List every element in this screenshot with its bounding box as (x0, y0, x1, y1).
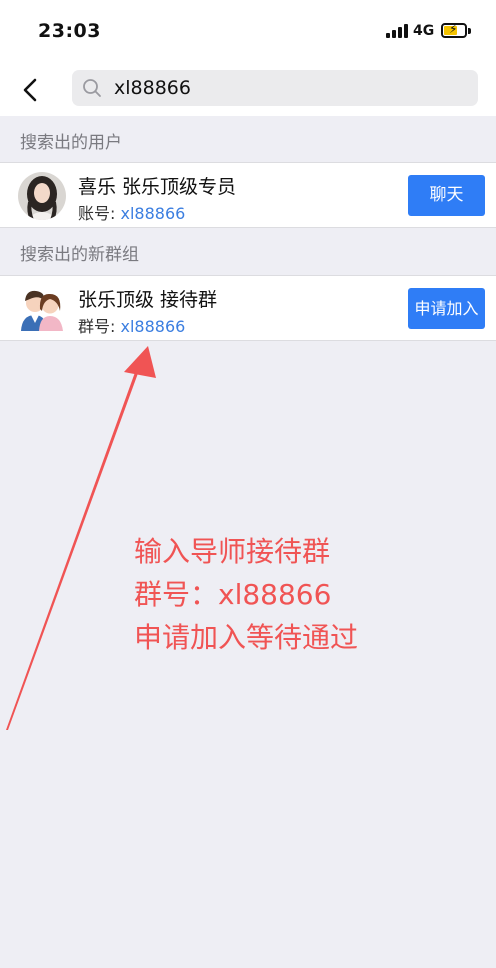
user-account: 账号: xl88866 (78, 200, 185, 224)
search-input[interactable]: xl88866 (114, 77, 191, 99)
nav-bar: xl88866 (0, 64, 496, 116)
account-value: xl88866 (120, 204, 186, 223)
annotation-line-1: 输入导师接待群 (134, 535, 331, 568)
group-name: 张乐顶级 接待群 (78, 289, 218, 311)
group-number-label: 群号: (78, 317, 116, 336)
annotation-line-2: 群号：xl88866 (134, 578, 332, 611)
apply-join-button[interactable]: 申请加入 (408, 288, 485, 329)
group-avatar (18, 285, 66, 333)
section-title-users: 搜索出的用户 (20, 133, 122, 153)
annotation-line-3: 申请加入等待通过 (134, 621, 359, 654)
section-header-users: 搜索出的用户 (0, 116, 496, 162)
avatar (18, 172, 66, 220)
user-name: 喜乐 张乐顶级专员 (78, 176, 237, 198)
search-icon (83, 79, 101, 97)
user-result-row[interactable]: 喜乐 张乐顶级专员 账号: xl88866 聊天 (0, 162, 496, 228)
status-time: 23:03 (38, 20, 101, 42)
account-label: 账号: (78, 204, 116, 223)
section-title-groups: 搜索出的新群组 (20, 245, 139, 265)
search-box[interactable]: xl88866 (72, 70, 478, 106)
battery-cap (468, 28, 471, 34)
battery-icon: ⚡ (441, 22, 467, 38)
group-number: 群号: xl88866 (78, 313, 185, 337)
group-number-value: xl88866 (120, 317, 186, 336)
annotation-text: 输入导师接待群 群号：xl88866 申请加入等待通过 (134, 530, 358, 659)
chat-button[interactable]: 聊天 (408, 175, 485, 216)
status-bar: 23:03 4G ⚡ (0, 0, 496, 64)
section-header-groups: 搜索出的新群组 (0, 228, 496, 274)
back-button[interactable] (14, 72, 48, 108)
network-type: 4G (413, 23, 435, 39)
group-result-row[interactable]: 张乐顶级 接待群 群号: xl88866 申请加入 (0, 275, 496, 341)
signal-icon (386, 24, 408, 38)
chevron-left-icon (23, 78, 37, 102)
